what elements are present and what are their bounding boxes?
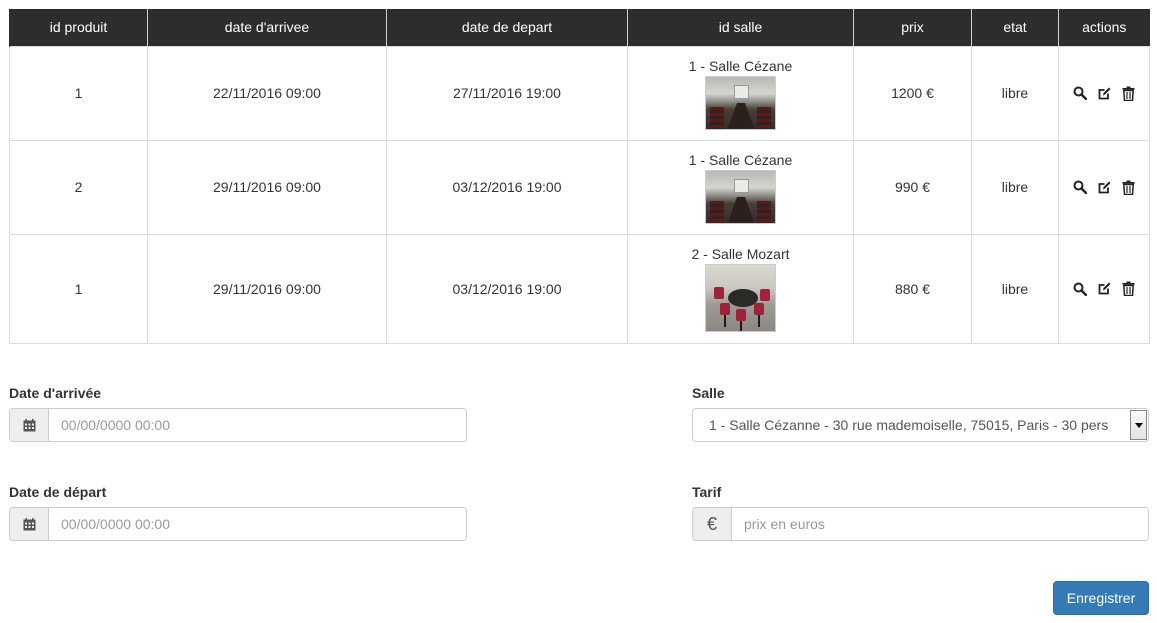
column-header-etat: etat	[971, 9, 1059, 46]
salle-name: 1 - Salle Cézane	[688, 151, 793, 168]
salle-name: 1 - Salle Cézane	[688, 57, 793, 74]
salle-photo	[705, 75, 776, 130]
cell-actions	[1058, 45, 1150, 141]
table-row: 2 29/11/2016 09:00 03/12/2016 19:00 1 - …	[9, 139, 1150, 235]
date-arrivee-field	[9, 408, 467, 442]
cell-etat: libre	[971, 45, 1059, 141]
column-header-date-arrivee: date d'arrivee	[147, 9, 387, 46]
cell-date-arrivee: 29/11/2016 09:00	[147, 139, 387, 235]
cell-salle: 1 - Salle Cézane	[627, 139, 854, 235]
cell-date-arrivee: 29/11/2016 09:00	[147, 233, 387, 344]
search-icon[interactable]	[1073, 282, 1088, 296]
cell-etat: libre	[971, 233, 1059, 344]
trash-icon[interactable]	[1122, 281, 1135, 297]
salle-photo	[705, 169, 776, 224]
cell-salle: 2 - Salle Mozart	[627, 233, 854, 344]
cell-date-depart: 27/11/2016 19:00	[386, 45, 628, 141]
trash-icon[interactable]	[1122, 86, 1135, 101]
products-table: id produit date d'arrivee date de depart…	[9, 9, 1150, 344]
calendar-icon	[10, 508, 49, 540]
calendar-icon	[10, 409, 49, 441]
tarif-field: €	[692, 507, 1149, 541]
euro-icon: €	[693, 508, 732, 540]
save-button[interactable]: Enregistrer	[1053, 581, 1149, 615]
search-icon[interactable]	[1073, 86, 1088, 101]
cell-date-arrivee: 22/11/2016 09:00	[147, 45, 387, 141]
column-header-id-salle: id salle	[627, 9, 854, 46]
cell-id-produit: 1	[9, 45, 148, 141]
cell-actions	[1058, 139, 1150, 235]
salle-select[interactable]: 1 - Salle Cézanne - 30 rue mademoiselle,…	[692, 408, 1149, 442]
date-arrivee-input[interactable]	[49, 409, 466, 441]
edit-icon[interactable]	[1097, 281, 1112, 296]
cell-prix: 1200 €	[853, 45, 972, 141]
tarif-label: Tarif	[692, 484, 722, 500]
cell-id-produit: 2	[9, 139, 148, 235]
cell-id-produit: 1	[9, 233, 148, 344]
column-header-date-depart: date de depart	[386, 9, 628, 46]
cell-actions	[1058, 233, 1150, 344]
trash-icon[interactable]	[1122, 180, 1135, 195]
date-depart-input[interactable]	[49, 508, 466, 540]
table-row: 1 29/11/2016 09:00 03/12/2016 19:00 2 - …	[9, 233, 1150, 344]
cell-salle: 1 - Salle Cézane	[627, 45, 854, 141]
column-header-prix: prix	[853, 9, 972, 46]
chevron-down-icon[interactable]	[1130, 410, 1147, 440]
column-header-actions: actions	[1058, 9, 1150, 46]
salle-label: Salle	[692, 385, 725, 401]
table-row: 1 22/11/2016 09:00 27/11/2016 19:00 1 - …	[9, 45, 1150, 141]
tarif-input[interactable]	[732, 508, 1148, 540]
date-arrivee-label: Date d'arrivée	[9, 385, 102, 401]
date-depart-label: Date de départ	[9, 484, 107, 500]
cell-date-depart: 03/12/2016 19:00	[386, 233, 628, 344]
table-header-row: id produit date d'arrivee date de depart…	[9, 9, 1150, 46]
search-icon[interactable]	[1073, 180, 1088, 195]
column-header-id-produit: id produit	[9, 9, 148, 46]
cell-date-depart: 03/12/2016 19:00	[386, 139, 628, 235]
edit-icon[interactable]	[1097, 180, 1112, 195]
cell-prix: 880 €	[853, 233, 972, 344]
salle-selected-value: 1 - Salle Cézanne - 30 rue mademoiselle,…	[709, 417, 1109, 433]
salle-photo	[705, 264, 776, 332]
salle-name: 2 - Salle Mozart	[691, 246, 790, 262]
date-depart-field	[9, 507, 467, 541]
cell-etat: libre	[971, 139, 1059, 235]
cell-prix: 990 €	[853, 139, 972, 235]
edit-icon[interactable]	[1097, 86, 1112, 101]
